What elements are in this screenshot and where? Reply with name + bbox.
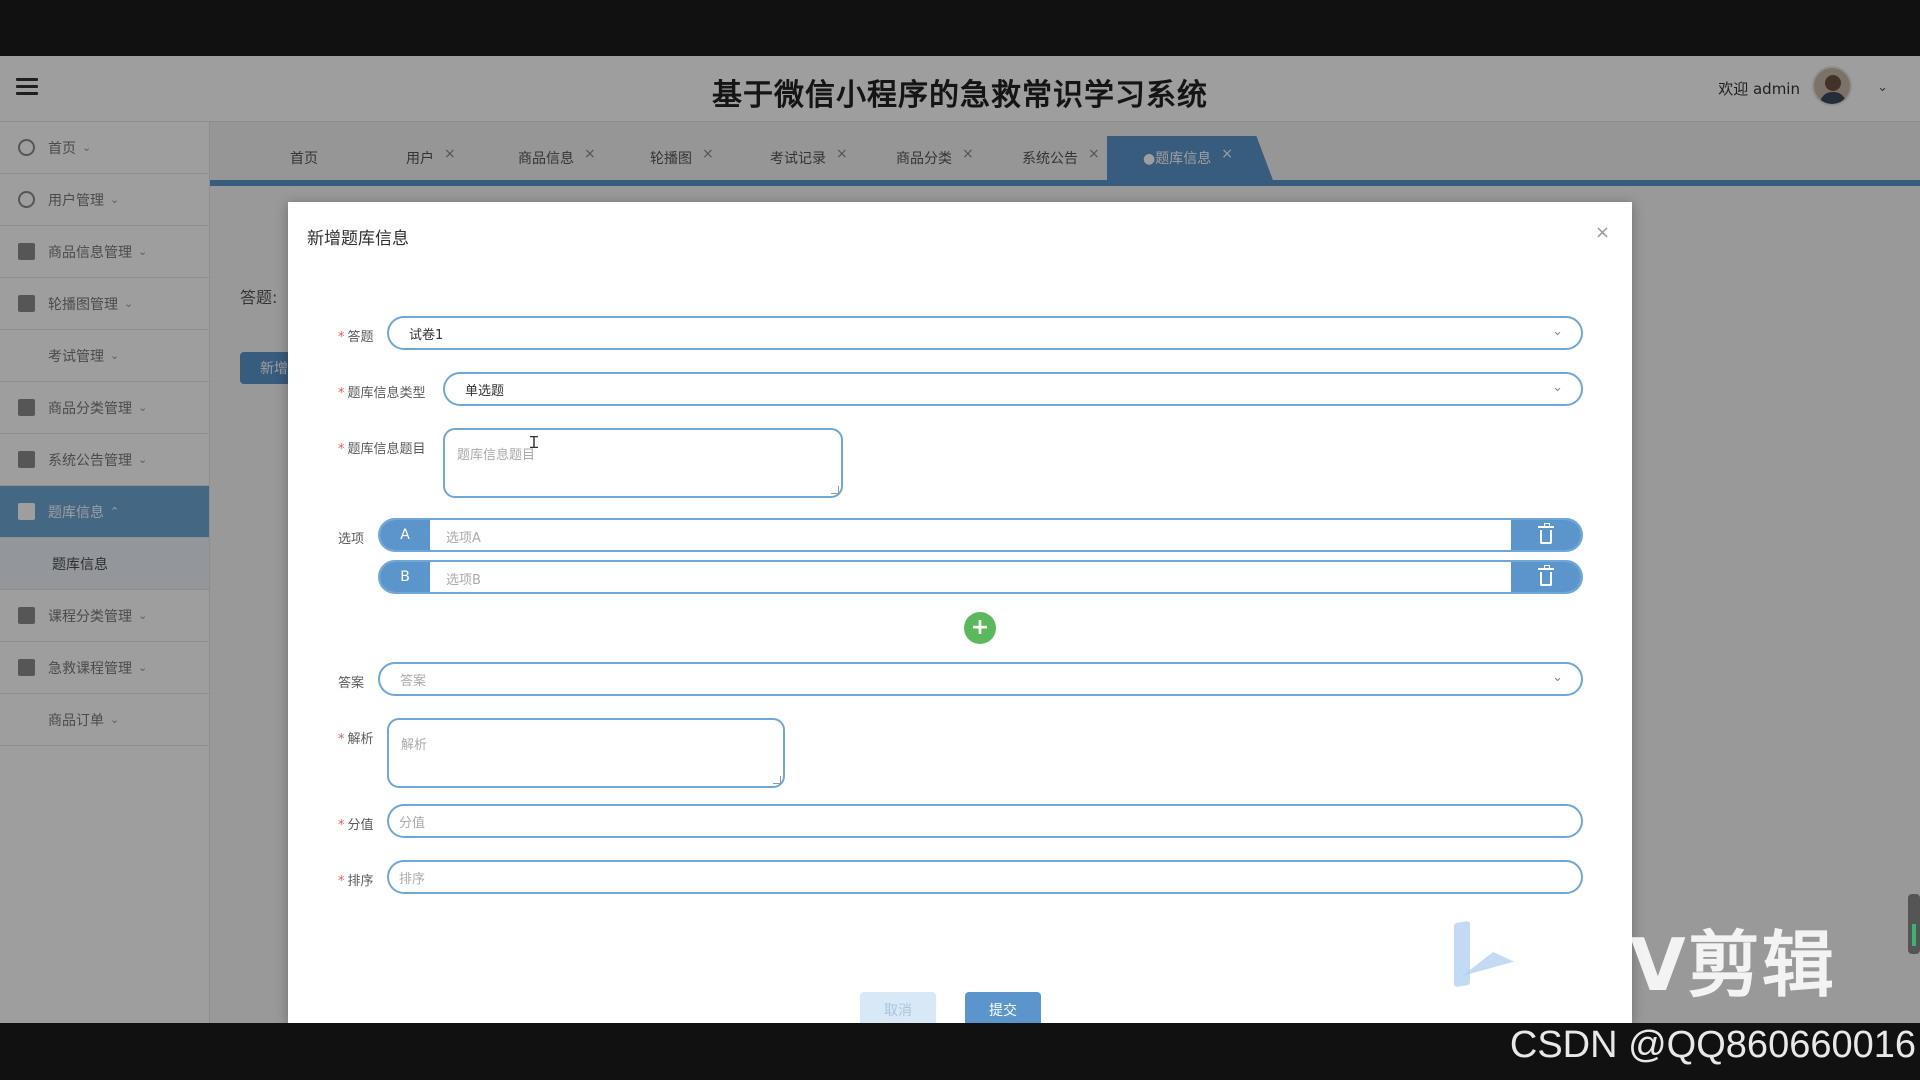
chevron-down-icon: ⌄ — [1552, 324, 1563, 339]
editor-watermark: V剪辑 — [1630, 923, 1836, 1007]
question-placeholder: 题库信息题目 — [457, 448, 536, 463]
score-input[interactable]: 分值 — [387, 804, 1583, 838]
dialog-title: 新增题库信息 — [307, 229, 409, 249]
analysis-placeholder: 解析 — [401, 738, 428, 753]
resize-handle-icon[interactable] — [773, 776, 781, 784]
question-textarea[interactable]: 题库信息题目 — [443, 428, 843, 498]
type-select[interactable]: 单选题 ⌄ — [443, 372, 1583, 406]
scrollbar-handle[interactable] — [1908, 894, 1920, 954]
add-option-button[interactable]: + — [964, 612, 996, 644]
answer-label: 答案 — [338, 676, 365, 691]
exam-select-value: 试卷1 — [409, 327, 444, 343]
editor-logo-icon — [1450, 920, 1520, 992]
chevron-down-icon: ⌄ — [1552, 380, 1563, 395]
cancel-button[interactable]: 取消 — [860, 992, 936, 1023]
text-cursor-icon: Ｉ — [526, 433, 543, 452]
options-label: 选项 — [338, 532, 365, 547]
analysis-textarea[interactable]: 解析 — [387, 718, 785, 788]
video-letterbox-top — [0, 0, 1920, 56]
score-placeholder: 分值 — [399, 815, 426, 831]
option-letter: B — [380, 562, 430, 592]
app-window: 基于微信小程序的急救常识学习系统 欢迎 admin ⌄ 首页 ⌄ 用户管理 ⌄ … — [0, 56, 1920, 1023]
exam-select[interactable]: 试卷1 ⌄ — [387, 316, 1583, 350]
order-label: * 排序 — [338, 874, 374, 889]
option-row-a: A 选项A — [378, 518, 1583, 552]
option-b-input[interactable]: 选项B — [446, 569, 481, 588]
resize-handle-icon[interactable] — [831, 486, 839, 494]
submit-button[interactable]: 提交 — [965, 992, 1041, 1023]
add-question-dialog: 新增题库信息 × * 答题 试卷1 ⌄ * 题库信息类型 单选题 ⌄ * 题库信息题目… — [288, 202, 1632, 1023]
trash-icon — [1538, 522, 1554, 544]
analysis-label: * 解析 — [338, 732, 374, 747]
delete-option-button[interactable] — [1511, 520, 1581, 550]
option-letter: A — [380, 520, 430, 550]
order-input[interactable]: 排序 — [387, 860, 1583, 894]
exam-label: * 答题 — [338, 330, 374, 345]
answer-placeholder: 答案 — [400, 673, 427, 689]
question-label: * 题库信息题目 — [338, 442, 426, 457]
trash-icon — [1538, 564, 1554, 586]
csdn-watermark: CSDN @QQ860660016 — [1509, 1024, 1916, 1066]
close-icon[interactable]: × — [1595, 222, 1610, 243]
answer-select[interactable]: 答案 ⌄ — [378, 662, 1583, 696]
delete-option-button[interactable] — [1511, 562, 1581, 592]
option-a-input[interactable]: 选项A — [446, 527, 481, 546]
type-label: * 题库信息类型 — [338, 386, 426, 401]
chevron-down-icon: ⌄ — [1552, 670, 1563, 685]
type-select-value: 单选题 — [465, 383, 505, 399]
score-label: * 分值 — [338, 818, 374, 833]
option-row-b: B 选项B — [378, 560, 1583, 594]
order-placeholder: 排序 — [399, 871, 426, 887]
